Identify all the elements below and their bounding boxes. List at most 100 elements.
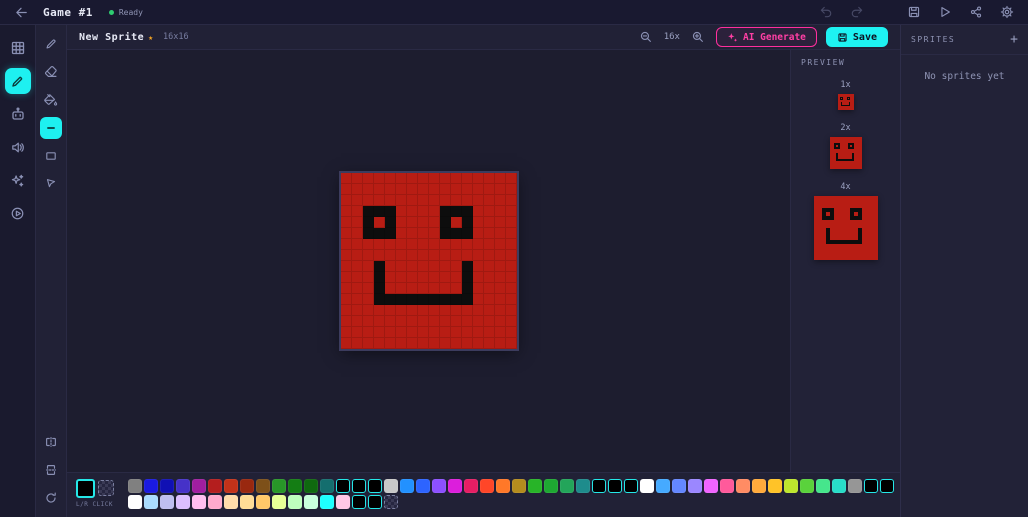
canvas-pixel[interactable] <box>484 283 495 294</box>
zoom-out-button[interactable] <box>637 28 655 46</box>
canvas-pixel[interactable] <box>352 173 363 184</box>
canvas-pixel[interactable] <box>495 239 506 250</box>
canvas-pixel[interactable] <box>363 316 374 327</box>
canvas-pixel[interactable] <box>396 184 407 195</box>
canvas-pixel[interactable] <box>440 316 451 327</box>
canvas-pixel[interactable] <box>495 283 506 294</box>
canvas-pixel[interactable] <box>462 195 473 206</box>
canvas-pixel[interactable] <box>341 272 352 283</box>
canvas-pixel[interactable] <box>495 338 506 349</box>
color-swatch[interactable] <box>304 479 318 493</box>
tool-pencil[interactable] <box>40 33 62 55</box>
canvas-pixel[interactable] <box>440 272 451 283</box>
color-swatch[interactable] <box>832 479 846 493</box>
canvas-pixel[interactable] <box>407 195 418 206</box>
canvas-pixel[interactable] <box>484 261 495 272</box>
canvas-pixel[interactable] <box>495 217 506 228</box>
canvas-pixel[interactable] <box>506 327 517 338</box>
color-swatch[interactable] <box>128 495 142 509</box>
canvas-pixel[interactable] <box>341 239 352 250</box>
canvas-pixel[interactable] <box>484 305 495 316</box>
canvas-pixel[interactable] <box>440 338 451 349</box>
color-swatch[interactable] <box>416 479 430 493</box>
canvas-pixel[interactable] <box>506 206 517 217</box>
canvas-pixel[interactable] <box>506 184 517 195</box>
canvas-pixel[interactable] <box>506 294 517 305</box>
canvas-pixel[interactable] <box>506 228 517 239</box>
canvas-pixel[interactable] <box>473 305 484 316</box>
color-swatch[interactable] <box>624 479 638 493</box>
canvas-pixel[interactable] <box>385 206 396 217</box>
canvas-pixel[interactable] <box>484 184 495 195</box>
color-swatch[interactable] <box>384 479 398 493</box>
canvas-pixel[interactable] <box>495 294 506 305</box>
canvas-pixel[interactable] <box>396 316 407 327</box>
canvas-pixel[interactable] <box>418 173 429 184</box>
color-swatch[interactable] <box>496 479 510 493</box>
color-swatch[interactable] <box>336 479 350 493</box>
canvas-pixel[interactable] <box>396 195 407 206</box>
pixel-canvas[interactable] <box>341 173 517 349</box>
color-swatch[interactable] <box>688 479 702 493</box>
color-swatch[interactable] <box>368 479 382 493</box>
color-swatch[interactable] <box>256 495 270 509</box>
sidebar-item-effects[interactable] <box>5 167 31 193</box>
canvas-pixel[interactable] <box>473 239 484 250</box>
canvas-pixel[interactable] <box>363 250 374 261</box>
color-swatch[interactable] <box>256 479 270 493</box>
secondary-color-swatch[interactable] <box>98 480 114 496</box>
canvas-pixel[interactable] <box>418 250 429 261</box>
canvas-pixel[interactable] <box>385 294 396 305</box>
color-swatch[interactable] <box>144 479 158 493</box>
canvas-pixel[interactable] <box>352 272 363 283</box>
sidebar-item-audio[interactable] <box>5 134 31 160</box>
canvas-pixel[interactable] <box>462 305 473 316</box>
color-swatch[interactable] <box>320 495 334 509</box>
color-swatch[interactable] <box>608 479 622 493</box>
canvas-pixel[interactable] <box>374 206 385 217</box>
canvas-pixel[interactable] <box>495 228 506 239</box>
canvas-pixel[interactable] <box>363 206 374 217</box>
back-button[interactable] <box>12 3 31 22</box>
canvas-pixel[interactable] <box>407 272 418 283</box>
canvas-pixel[interactable] <box>385 261 396 272</box>
canvas-pixel[interactable] <box>429 316 440 327</box>
color-swatch[interactable] <box>288 479 302 493</box>
canvas-pixel[interactable] <box>374 184 385 195</box>
canvas-pixel[interactable] <box>484 206 495 217</box>
canvas-pixel[interactable] <box>462 261 473 272</box>
canvas-pixel[interactable] <box>451 184 462 195</box>
color-swatch[interactable] <box>656 479 670 493</box>
canvas-pixel[interactable] <box>341 173 352 184</box>
canvas-pixel[interactable] <box>374 327 385 338</box>
color-swatch[interactable] <box>800 479 814 493</box>
canvas-pixel[interactable] <box>473 195 484 206</box>
canvas-pixel[interactable] <box>341 305 352 316</box>
canvas-pixel[interactable] <box>451 239 462 250</box>
sidebar-item-grid[interactable] <box>5 35 31 61</box>
canvas-pixel[interactable] <box>341 184 352 195</box>
undo-button[interactable] <box>817 3 835 21</box>
color-swatch[interactable] <box>240 479 254 493</box>
canvas-pixel[interactable] <box>341 250 352 261</box>
canvas-pixel[interactable] <box>506 338 517 349</box>
canvas-pixel[interactable] <box>429 294 440 305</box>
canvas-pixel[interactable] <box>418 195 429 206</box>
canvas-pixel[interactable] <box>451 228 462 239</box>
canvas-pixel[interactable] <box>396 206 407 217</box>
canvas-pixel[interactable] <box>407 283 418 294</box>
color-swatch[interactable] <box>304 495 318 509</box>
canvas-pixel[interactable] <box>352 305 363 316</box>
canvas-pixel[interactable] <box>385 338 396 349</box>
canvas-pixel[interactable] <box>429 206 440 217</box>
canvas-pixel[interactable] <box>473 250 484 261</box>
color-swatch[interactable] <box>736 479 750 493</box>
canvas-pixel[interactable] <box>374 261 385 272</box>
canvas-pixel[interactable] <box>440 294 451 305</box>
save-project-button[interactable] <box>905 3 923 21</box>
canvas-pixel[interactable] <box>374 338 385 349</box>
canvas-pixel[interactable] <box>495 305 506 316</box>
canvas-pixel[interactable] <box>451 261 462 272</box>
canvas-pixel[interactable] <box>418 327 429 338</box>
canvas-pixel[interactable] <box>374 316 385 327</box>
